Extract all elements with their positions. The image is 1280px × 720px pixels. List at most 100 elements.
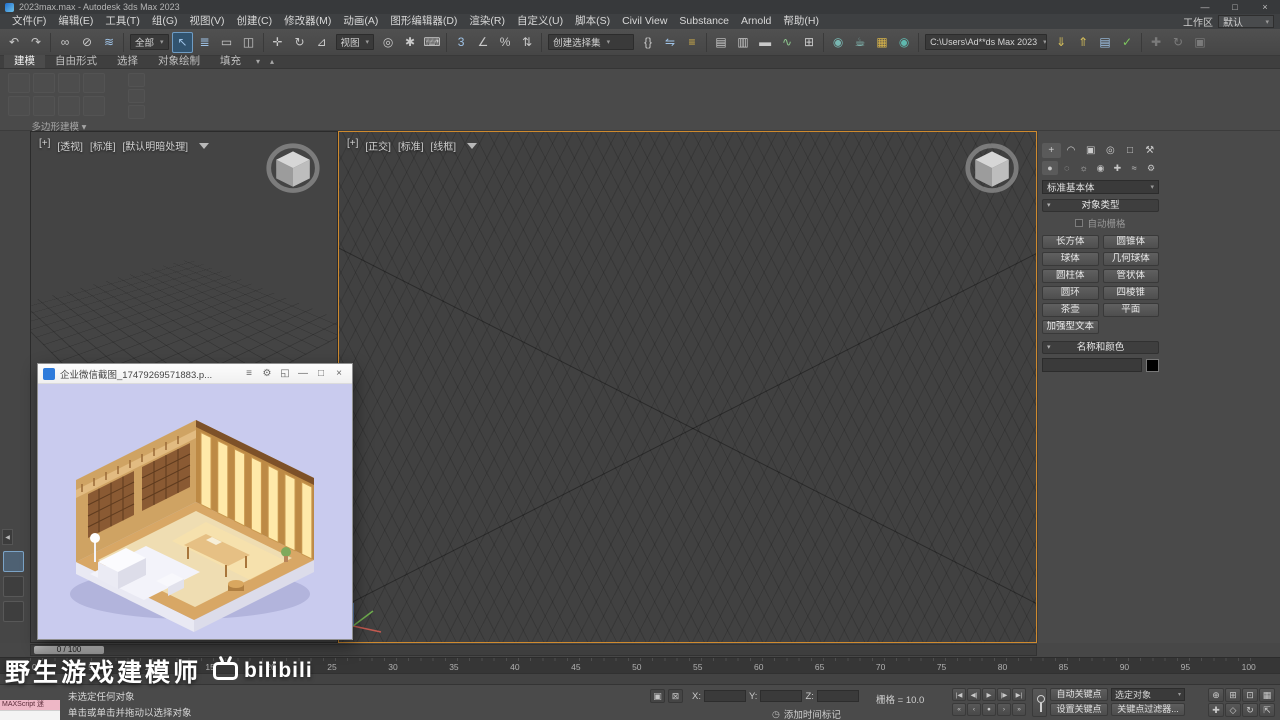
- fov-icon[interactable]: ◇: [1225, 703, 1241, 717]
- schematic-view-icon[interactable]: ⊞: [799, 32, 820, 53]
- next-frame-icon[interactable]: ›: [997, 703, 1011, 716]
- collapse-arrow-button[interactable]: ◀: [2, 529, 13, 545]
- select-object-icon[interactable]: ↖: [172, 31, 194, 53]
- y-coordinate-input[interactable]: [760, 690, 803, 702]
- named-selection-sets-input[interactable]: 创建选择集: [548, 34, 635, 50]
- rotate-icon[interactable]: ↻: [289, 32, 310, 53]
- angle-snap-icon[interactable]: ∠: [473, 32, 494, 53]
- render-setup-icon[interactable]: ☕: [850, 32, 871, 53]
- import-icon[interactable]: ⇓: [1051, 32, 1072, 53]
- cameras-category-icon[interactable]: ◉: [1093, 161, 1109, 175]
- menu-item[interactable]: Arnold: [735, 14, 777, 29]
- menu-item[interactable]: Civil View: [616, 14, 673, 29]
- select-link-icon[interactable]: ∞: [55, 32, 76, 53]
- menu-item[interactable]: 工具(T): [99, 14, 145, 29]
- viewport-shading-label[interactable]: [线框]: [431, 138, 457, 153]
- menu-item[interactable]: 动画(A): [337, 14, 384, 29]
- check-status-icon[interactable]: ✓: [1117, 32, 1138, 53]
- go-to-end-icon[interactable]: ▶|: [1012, 688, 1026, 701]
- maximize-button[interactable]: □: [1220, 0, 1250, 14]
- percent-snap-icon[interactable]: %: [495, 32, 516, 53]
- display-tab-icon[interactable]: □: [1121, 143, 1140, 158]
- maxscript-listener-field[interactable]: [0, 710, 60, 720]
- viewport-orthographic[interactable]: [+] [正交] [标准] [线框]: [338, 131, 1037, 643]
- project-folder-dropdown[interactable]: C:\Users\Ad**ds Max 2023: [925, 34, 1048, 50]
- modify-tab-icon[interactable]: ◠: [1062, 143, 1081, 158]
- viewcube[interactable]: [962, 142, 1022, 198]
- zoom-extents-icon[interactable]: ⊡: [1242, 688, 1258, 702]
- object-name-input[interactable]: [1042, 358, 1142, 372]
- render-production-icon[interactable]: ◉: [894, 32, 915, 53]
- systems-category-icon[interactable]: ⚙: [1143, 161, 1159, 175]
- select-manipulate-icon[interactable]: ✱: [400, 32, 421, 53]
- utilities-tab-icon[interactable]: ⚒: [1140, 143, 1159, 158]
- play-icon[interactable]: ▶: [982, 688, 996, 701]
- viewport-render-label[interactable]: [标准]: [398, 138, 424, 153]
- close-icon[interactable]: ×: [331, 368, 347, 379]
- move-icon[interactable]: ✛: [267, 32, 288, 53]
- maximize-viewport-icon[interactable]: ⇱: [1259, 703, 1275, 717]
- maximize-icon[interactable]: □: [313, 368, 329, 379]
- lights-category-icon[interactable]: ☼: [1076, 161, 1092, 175]
- selection-lock-icon[interactable]: ⊠: [668, 689, 683, 703]
- viewport-layout-tab-2[interactable]: [3, 576, 24, 597]
- ribbon-flyout-icon[interactable]: ▾: [251, 56, 265, 68]
- viewport-layout-tab-1[interactable]: [3, 551, 24, 572]
- window-menu-icon[interactable]: ≡: [241, 368, 257, 379]
- set-keys-button[interactable]: [1032, 688, 1047, 717]
- window-crossing-icon[interactable]: ◫: [238, 32, 259, 53]
- set-key-button[interactable]: 设置关键点: [1050, 703, 1108, 716]
- z-coordinate-input[interactable]: [816, 690, 859, 702]
- viewport-render-label[interactable]: [标准]: [90, 138, 116, 153]
- object-type-button[interactable]: 圆锥体: [1102, 235, 1159, 249]
- curve-editor-icon[interactable]: ∿: [777, 32, 798, 53]
- ribbon-toggle-icon[interactable]: ▬: [755, 32, 776, 53]
- x-coordinate-input[interactable]: [703, 690, 746, 702]
- zoom-icon[interactable]: ⊕: [1208, 688, 1224, 702]
- object-type-button[interactable]: 圆环: [1042, 286, 1099, 300]
- object-type-button[interactable]: 长方体: [1042, 235, 1099, 249]
- key-filters-button[interactable]: 关键点过滤器...: [1111, 703, 1185, 716]
- object-type-button[interactable]: 茶壶: [1042, 303, 1099, 317]
- object-color-swatch[interactable]: [1146, 358, 1159, 372]
- menu-item[interactable]: 渲染(R): [463, 14, 511, 29]
- hierarchy-tab-icon[interactable]: ▣: [1081, 143, 1100, 158]
- reference-coordinate-dropdown[interactable]: 视图: [335, 34, 375, 50]
- viewport-menu-label[interactable]: [+]: [347, 138, 358, 153]
- key-mode-icon[interactable]: ●: [982, 703, 996, 716]
- object-category-dropdown[interactable]: 标准基本体: [1042, 180, 1159, 194]
- orbit-icon[interactable]: ↻: [1242, 703, 1258, 717]
- settings-icon[interactable]: ⚙: [259, 368, 275, 379]
- region-rectangle-icon[interactable]: ▭: [216, 32, 237, 53]
- material-editor-icon[interactable]: ◉: [828, 32, 849, 53]
- menu-item[interactable]: 编辑(E): [52, 14, 99, 29]
- zoom-all-icon[interactable]: ⊞: [1225, 688, 1241, 702]
- ribbon-tab[interactable]: 选择: [107, 55, 148, 68]
- object-type-button[interactable]: 球体: [1042, 252, 1099, 266]
- minimize-icon[interactable]: —: [295, 368, 311, 379]
- object-type-button[interactable]: 四棱锥: [1102, 286, 1159, 300]
- auto-key-button[interactable]: 自动关键点: [1050, 688, 1108, 701]
- select-by-name-icon[interactable]: ≣: [194, 32, 215, 53]
- time-tag[interactable]: ◷ 添加时间标记: [772, 707, 841, 720]
- ribbon-tab[interactable]: 对象绘制: [148, 55, 210, 68]
- redo-icon[interactable]: ↷: [26, 32, 47, 53]
- viewport-menu-label[interactable]: [+]: [39, 138, 50, 153]
- undo-icon[interactable]: ↶: [4, 32, 25, 53]
- previous-frame-icon[interactable]: ‹: [967, 703, 981, 716]
- ribbon-tab[interactable]: 填充: [210, 55, 251, 68]
- use-pivot-icon[interactable]: ◎: [378, 32, 399, 53]
- object-type-rollout[interactable]: 对象类型: [1042, 199, 1159, 212]
- shapes-category-icon[interactable]: ◌: [1059, 161, 1075, 175]
- menu-item[interactable]: 修改器(M): [278, 14, 337, 29]
- selection-filter-dropdown[interactable]: 全部: [130, 34, 169, 50]
- helpers-category-icon[interactable]: ✚: [1109, 161, 1125, 175]
- minimize-button[interactable]: —: [1190, 0, 1220, 14]
- previous-key-icon[interactable]: ◀|: [967, 688, 981, 701]
- pan-icon[interactable]: ✚: [1208, 703, 1224, 717]
- viewport-filter-icon[interactable]: [199, 142, 210, 149]
- go-to-start-icon[interactable]: |◀: [952, 688, 966, 701]
- geometry-category-icon[interactable]: ●: [1042, 161, 1058, 175]
- scale-icon[interactable]: ⊿: [311, 32, 332, 53]
- align-icon[interactable]: ≡: [682, 32, 703, 53]
